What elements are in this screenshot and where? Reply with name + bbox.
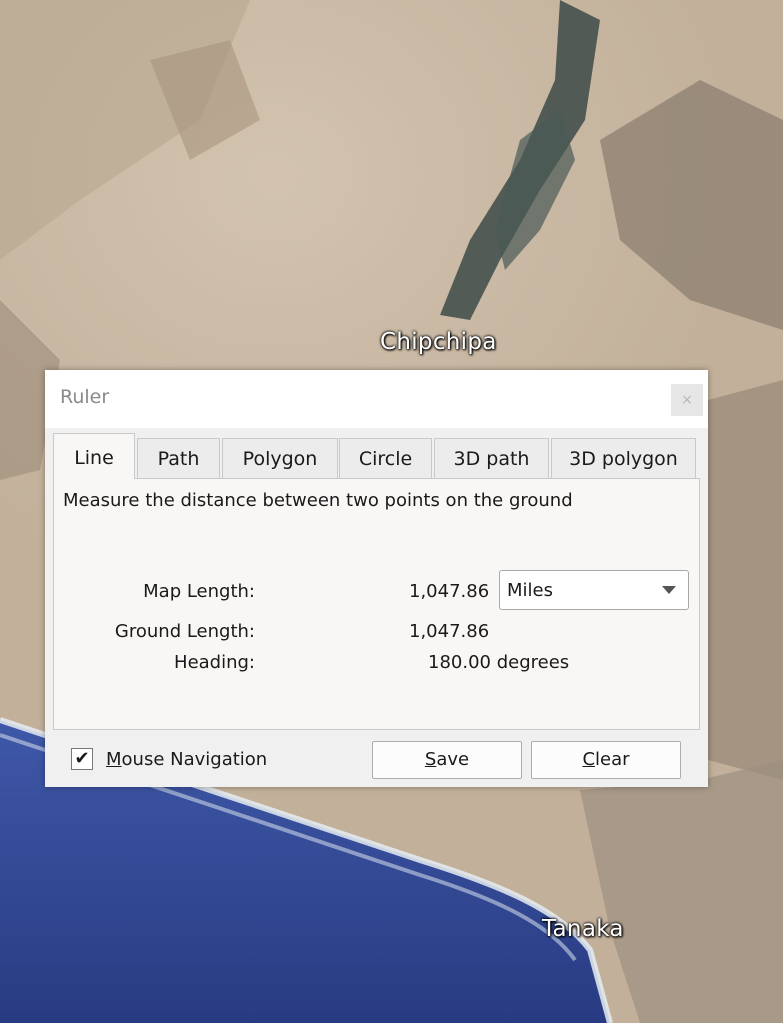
tab-line[interactable]: Line xyxy=(53,433,135,479)
unit-select[interactable]: Miles xyxy=(499,570,689,610)
ruler-dialog: Ruler × Line Path Polygon Circle 3D path… xyxy=(45,370,708,787)
tab-label: 3D polygon xyxy=(569,448,678,470)
tab-3d-polygon[interactable]: 3D polygon xyxy=(551,438,696,478)
tab-3d-path[interactable]: 3D path xyxy=(434,438,549,478)
heading-value: 180.00 degrees xyxy=(428,652,570,673)
button-label: ave xyxy=(436,749,470,770)
dialog-titlebar[interactable]: Ruler × xyxy=(45,370,708,428)
measure-description: Measure the distance between two points … xyxy=(63,490,573,511)
mouse-navigation-checkbox[interactable]: ✔ xyxy=(71,748,93,770)
save-button[interactable]: Save xyxy=(372,741,522,779)
close-icon: × xyxy=(681,392,693,408)
checkmark-icon: ✔ xyxy=(74,748,90,769)
ground-length-value: 1,047.86 xyxy=(409,621,490,642)
map-length-label: Map Length: xyxy=(143,581,255,602)
mouse-navigation-label[interactable]: Mouse Navigation xyxy=(106,749,267,770)
mnemonic-letter: C xyxy=(582,749,596,770)
tab-circle[interactable]: Circle xyxy=(339,438,432,478)
clear-button[interactable]: Clear xyxy=(531,741,681,779)
label-text: ouse Navigation xyxy=(121,749,268,770)
button-label: lear xyxy=(595,749,630,770)
tab-path[interactable]: Path xyxy=(137,438,220,478)
chevron-down-icon xyxy=(662,586,676,594)
heading-label: Heading: xyxy=(174,652,255,673)
close-button[interactable]: × xyxy=(671,384,703,416)
place-label-tanaka: Tanaka xyxy=(542,916,624,942)
tab-label: Path xyxy=(157,448,200,470)
tab-label: Circle xyxy=(358,448,413,470)
unit-selected-value: Miles xyxy=(507,580,553,601)
mnemonic-letter: M xyxy=(106,749,122,770)
tab-polygon[interactable]: Polygon xyxy=(222,438,338,478)
tab-label: 3D path xyxy=(453,448,530,470)
dialog-title: Ruler xyxy=(60,386,110,408)
place-label-chipchipa: Chipchipa xyxy=(380,329,497,355)
map-length-value: 1,047.86 xyxy=(409,581,490,602)
tab-label: Line xyxy=(74,447,114,469)
tab-label: Polygon xyxy=(242,448,318,470)
tab-panel-line: Measure the distance between two points … xyxy=(53,478,700,730)
mnemonic-letter: S xyxy=(424,749,437,770)
ground-length-label: Ground Length: xyxy=(114,621,255,642)
